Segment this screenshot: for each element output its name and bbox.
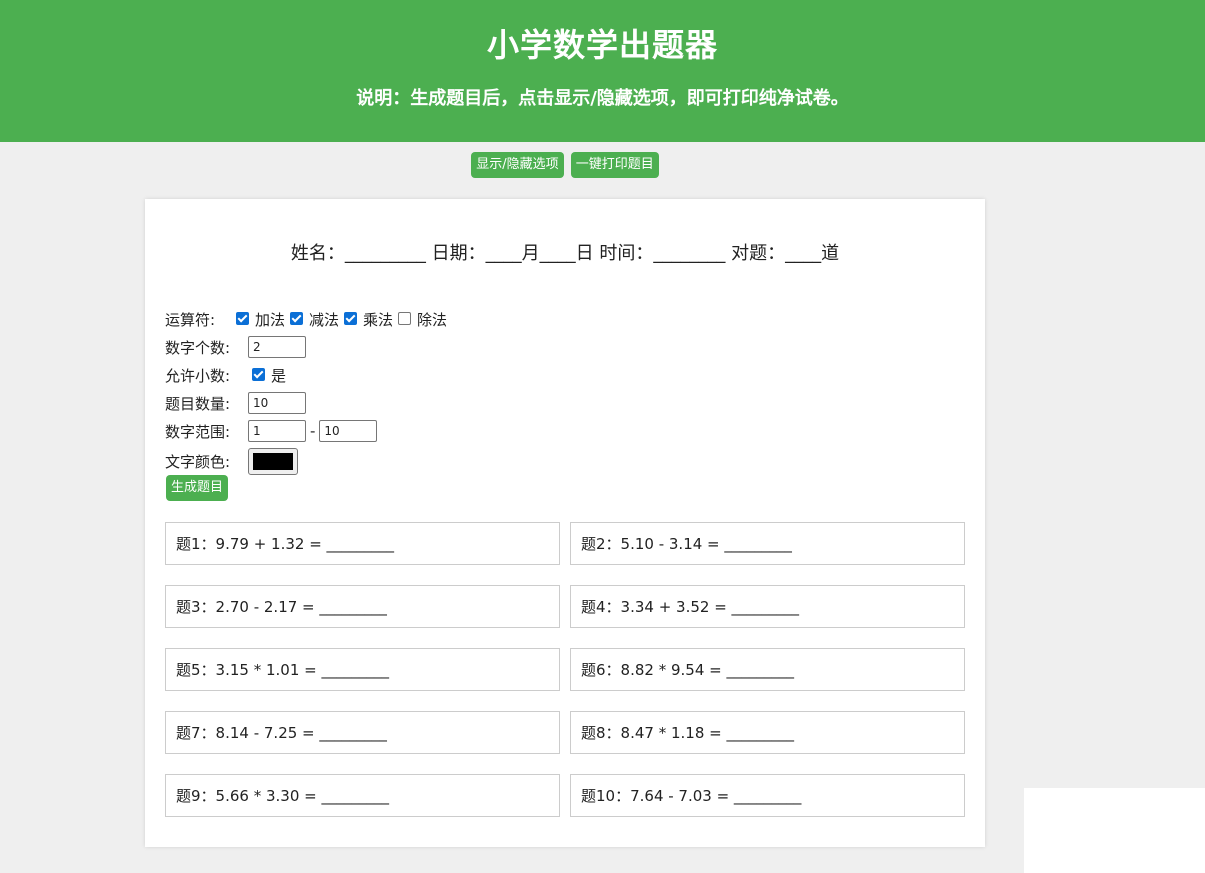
options-panel: 运算符: 加法 减法 乘法 除法 数字个数: 2 允许小数: 是 题目数量: 1… [165,305,452,477]
question-item: 题3：2.70 - 2.17 = _________ [165,585,560,628]
color-swatch [253,452,293,470]
operators-label: 运算符: [165,310,216,329]
addition-checkbox[interactable] [236,311,249,325]
question-item: 题10：7.64 - 7.03 = _________ [570,774,965,817]
range-separator: - [310,422,316,440]
addition-option[interactable]: 加法 [236,309,285,330]
subtraction-checkbox[interactable] [290,311,304,325]
print-button[interactable]: 一键打印题目 [570,152,659,178]
question-item: 题7：8.14 - 7.25 = _________ [165,711,560,754]
quantity-input[interactable]: 10 [248,392,306,414]
generate-button[interactable]: 生成题目 [166,475,229,501]
toolbar: 显示/隐藏选项 一键打印题目 [0,152,1130,178]
color-picker[interactable] [248,447,298,475]
color-label: 文字颜色: [165,452,231,471]
division-option[interactable]: 除法 [398,309,447,330]
range-row: 数字范围: 1 - 10 [165,417,452,445]
range-min-input[interactable]: 1 [248,420,306,442]
question-item: 题9：5.66 * 3.30 = _________ [165,774,560,817]
question-item: 题1：9.79 + 1.32 = _________ [165,522,560,565]
quantity-row: 题目数量: 10 [165,389,452,417]
question-item: 题4：3.34 + 3.52 = _________ [570,585,965,628]
division-checkbox[interactable] [398,311,412,325]
multiplication-option[interactable]: 乘法 [344,309,393,330]
corner-blank [1024,788,1205,873]
count-input[interactable]: 2 [248,336,306,358]
quantity-label: 题目数量: [165,394,231,413]
toggle-options-button[interactable]: 显示/隐藏选项 [471,152,564,178]
color-row: 文字颜色: [165,445,452,477]
page-header: 小学数学出题器 说明：生成题目后，点击显示/隐藏选项，即可打印纯净试卷。 [0,0,1205,142]
subtraction-option[interactable]: 减法 [290,309,339,330]
question-item: 题8：8.47 * 1.18 = _________ [570,711,965,754]
question-item: 题2：5.10 - 3.14 = _________ [570,522,965,565]
student-info-line: 姓名：_________ 日期：____月____日 时间：________ 对… [290,243,840,264]
operators-row: 运算符: 加法 减法 乘法 除法 [165,305,452,333]
decimal-checkbox[interactable] [252,367,265,381]
question-item: 题5：3.15 * 1.01 = _________ [165,648,560,691]
page-description: 说明：生成题目后，点击显示/隐藏选项，即可打印纯净试卷。 [356,88,849,109]
worksheet-card: 姓名：_________ 日期：____月____日 时间：________ 对… [145,199,985,847]
range-label: 数字范围: [165,422,231,441]
count-row: 数字个数: 2 [165,333,452,361]
range-max-input[interactable]: 10 [319,420,378,442]
decimal-row: 允许小数: 是 [165,361,452,389]
question-item: 题6：8.82 * 9.54 = _________ [570,648,965,691]
count-label: 数字个数: [165,338,231,357]
decimal-option[interactable]: 是 [252,365,286,386]
decimal-label: 允许小数: [165,366,231,385]
page-title: 小学数学出题器 [486,26,718,64]
multiplication-checkbox[interactable] [344,311,358,325]
